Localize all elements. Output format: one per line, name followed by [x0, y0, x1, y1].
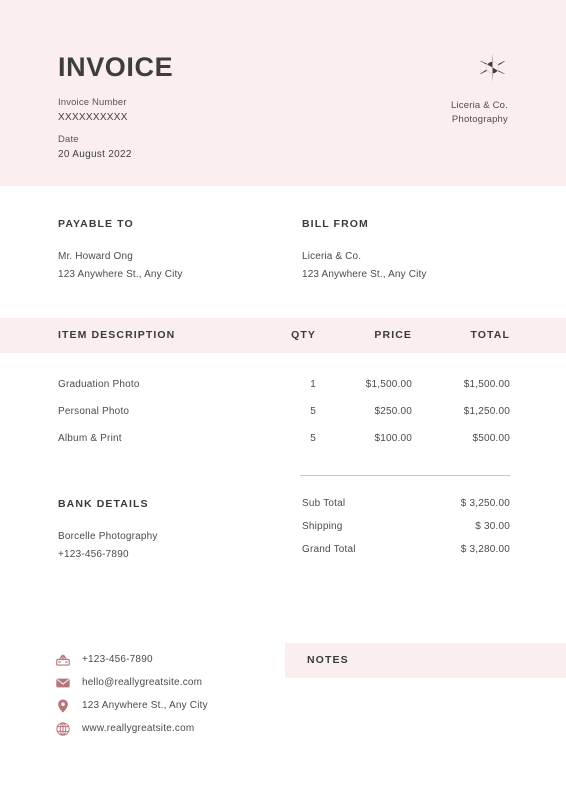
invoice-number-value: XXXXXXXXXX — [58, 112, 128, 123]
cell-price: $1,500.00 — [365, 379, 412, 390]
total-row-grand-total: Grand Total $ 3,280.00 — [302, 544, 510, 567]
column-header-price: PRICE — [374, 329, 412, 341]
shipping-label: Shipping — [302, 521, 343, 532]
bill-from-heading: BILL FROM — [302, 218, 369, 230]
contact-list: +123-456-7890 hello@reallygreatsite.com … — [55, 648, 208, 740]
globe-icon — [55, 721, 71, 737]
brand-name: Liceria & Co. — [451, 100, 508, 111]
cell-price: $100.00 — [374, 433, 412, 444]
table-row: Personal Photo 5 $250.00 $1,250.00 — [0, 405, 566, 432]
bank-details-phone: +123-456-7890 — [58, 549, 129, 560]
shipping-value: $ 30.00 — [475, 521, 510, 532]
cell-description: Graduation Photo — [58, 379, 140, 390]
cell-total: $1,250.00 — [463, 406, 510, 417]
cell-qty: 5 — [310, 406, 316, 417]
items-table-body: Graduation Photo 1 $1,500.00 $1,500.00 P… — [0, 378, 566, 459]
payable-to-address: 123 Anywhere St., Any City — [58, 269, 183, 280]
cell-qty: 1 — [310, 379, 316, 390]
invoice-number-block: Invoice Number XXXXXXXXXX — [58, 95, 128, 125]
grand-total-value: $ 3,280.00 — [460, 544, 510, 555]
bill-from-block: BILL FROM Liceria & Co. 123 Anywhere St.… — [302, 218, 427, 284]
contact-phone[interactable]: +123-456-7890 — [55, 648, 208, 671]
cell-total: $500.00 — [472, 433, 510, 444]
bank-details-block: BANK DETAILS Borcelle Photography +123-4… — [58, 498, 158, 564]
payable-to-name: Mr. Howard Ong — [58, 251, 133, 262]
contact-website-text: www.reallygreatsite.com — [82, 723, 195, 734]
grand-total-label: Grand Total — [302, 544, 356, 555]
telephone-icon — [55, 652, 71, 668]
invoice-date-value: 20 August 2022 — [58, 149, 132, 160]
camera-aperture-icon — [477, 52, 508, 83]
invoice-date-label: Date — [58, 134, 79, 145]
payable-to-block: PAYABLE TO Mr. Howard Ong 123 Anywhere S… — [58, 218, 183, 284]
totals-divider — [300, 475, 510, 476]
bank-details-name: Borcelle Photography — [58, 531, 158, 542]
payable-to-heading: PAYABLE TO — [58, 218, 134, 230]
cell-description: Album & Print — [58, 433, 122, 444]
bill-from-address: 123 Anywhere St., Any City — [302, 269, 427, 280]
page-title: INVOICE — [58, 52, 174, 82]
location-pin-icon — [55, 698, 71, 714]
notes-heading: NOTES — [307, 654, 349, 666]
table-row: Graduation Photo 1 $1,500.00 $1,500.00 — [0, 378, 566, 405]
subtotal-label: Sub Total — [302, 498, 346, 509]
total-row-shipping: Shipping $ 30.00 — [302, 521, 510, 544]
column-header-total: TOTAL — [470, 329, 510, 341]
cell-total: $1,500.00 — [463, 379, 510, 390]
contact-website[interactable]: www.reallygreatsite.com — [55, 717, 208, 740]
table-row: Album & Print 5 $100.00 $500.00 — [0, 432, 566, 459]
column-header-description: ITEM DESCRIPTION — [58, 329, 176, 341]
brand-tagline: Photography — [451, 114, 508, 125]
total-row-subtotal: Sub Total $ 3,250.00 — [302, 498, 510, 521]
cell-price: $250.00 — [374, 406, 412, 417]
subtotal-value: $ 3,250.00 — [460, 498, 510, 509]
cell-description: Personal Photo — [58, 406, 130, 417]
totals-block: Sub Total $ 3,250.00 Shipping $ 30.00 Gr… — [302, 498, 510, 567]
items-table-header: ITEM DESCRIPTION QTY PRICE TOTAL — [0, 318, 566, 353]
bank-details-heading: BANK DETAILS — [58, 498, 149, 510]
envelope-icon — [55, 675, 71, 691]
contact-address-text: 123 Anywhere St., Any City — [82, 700, 208, 711]
contact-email[interactable]: hello@reallygreatsite.com — [55, 671, 208, 694]
header-band: INVOICE Invoice Number XXXXXXXXXX Date 2… — [0, 0, 566, 186]
contact-phone-text: +123-456-7890 — [82, 654, 153, 665]
column-header-qty: QTY — [291, 329, 316, 341]
cell-qty: 5 — [310, 433, 316, 444]
brand-logo: Liceria & Co. Photography — [388, 52, 508, 127]
bill-from-name: Liceria & Co. — [302, 251, 362, 262]
invoice-number-label: Invoice Number — [58, 97, 127, 108]
notes-section: NOTES — [285, 643, 566, 678]
invoice-date-block: Date 20 August 2022 — [58, 132, 132, 162]
contact-address[interactable]: 123 Anywhere St., Any City — [55, 694, 208, 717]
invoice-page: INVOICE Invoice Number XXXXXXXXXX Date 2… — [0, 0, 566, 800]
contact-email-text: hello@reallygreatsite.com — [82, 677, 203, 688]
